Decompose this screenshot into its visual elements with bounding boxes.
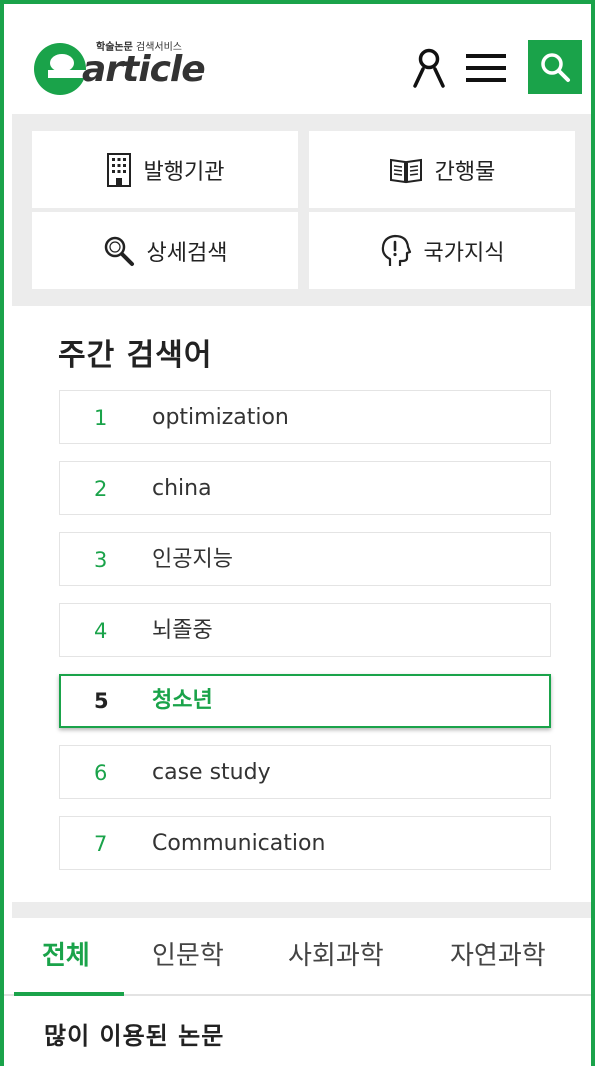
popular-papers-title: 많이 이용된 논문 bbox=[44, 1022, 225, 1050]
tab-humanities[interactable]: 인문학 bbox=[152, 918, 224, 996]
quick-journal-label: 간행물 bbox=[434, 159, 496, 185]
quick-publisher-button[interactable]: 발행기관 bbox=[32, 131, 298, 208]
keyword-term: china bbox=[152, 476, 212, 501]
keyword-rank: 1 bbox=[94, 406, 108, 430]
search-icon bbox=[541, 53, 570, 82]
weekly-keywords-title: 주간 검색어 bbox=[58, 338, 213, 373]
quick-publisher-label: 발행기관 bbox=[143, 159, 225, 185]
keyword-term: 청소년 bbox=[152, 688, 213, 713]
category-tabs: 전체 인문학 사회과학 자연과학 bbox=[4, 918, 591, 996]
keyword-item-4[interactable]: 4 뇌졸중 bbox=[59, 603, 551, 657]
section-divider bbox=[12, 902, 591, 918]
keyword-rank: 5 bbox=[94, 689, 109, 713]
quick-national-knowledge-label: 국가지식 bbox=[423, 240, 505, 266]
active-tab-indicator bbox=[14, 992, 124, 996]
quick-advanced-search-label: 상세검색 bbox=[146, 240, 228, 266]
keyword-item-6[interactable]: 6 case study bbox=[59, 745, 551, 799]
keyword-item-3[interactable]: 3 인공지능 bbox=[59, 532, 551, 586]
keyword-rank: 6 bbox=[94, 761, 108, 785]
tab-natural-science[interactable]: 자연과학 bbox=[450, 918, 546, 996]
keyword-term: optimization bbox=[152, 405, 289, 430]
keyword-term: case study bbox=[152, 760, 271, 785]
keyword-rank: 7 bbox=[94, 832, 108, 856]
keyword-rank: 4 bbox=[94, 619, 108, 643]
logo-wordmark: article bbox=[82, 49, 206, 90]
magnifier-icon bbox=[103, 235, 135, 267]
keyword-rank: 2 bbox=[94, 477, 108, 501]
head-question-icon bbox=[380, 234, 412, 268]
keyword-item-7[interactable]: 7 Communication bbox=[59, 816, 551, 870]
keyword-term: 뇌졸중 bbox=[152, 618, 213, 643]
logo[interactable]: 학술논문 검색서비스 article bbox=[32, 32, 232, 102]
keyword-item-5-active[interactable]: 5 청소년 bbox=[59, 674, 551, 728]
keyword-rank: 3 bbox=[94, 548, 108, 572]
quick-national-knowledge-button[interactable]: 국가지식 bbox=[309, 212, 575, 289]
tab-social-science[interactable]: 사회과학 bbox=[288, 918, 384, 996]
book-icon bbox=[389, 156, 423, 184]
user-icon bbox=[413, 48, 445, 88]
quick-journal-button[interactable]: 간행물 bbox=[309, 131, 575, 208]
keyword-term: Communication bbox=[152, 831, 326, 856]
app-frame: 학술논문 검색서비스 article 발행기관 간행물 상세검색 국가지식 주간… bbox=[0, 0, 595, 1066]
menu-button[interactable] bbox=[466, 52, 506, 84]
menu-icon bbox=[466, 54, 506, 82]
keyword-term: 인공지능 bbox=[152, 547, 233, 572]
keyword-item-1[interactable]: 1 optimization bbox=[59, 390, 551, 444]
user-button[interactable] bbox=[412, 48, 446, 88]
building-icon bbox=[106, 152, 132, 187]
logo-e-mark bbox=[34, 43, 88, 95]
quick-advanced-search-button[interactable]: 상세검색 bbox=[32, 212, 298, 289]
quick-menu: 발행기관 간행물 상세검색 국가지식 bbox=[12, 114, 591, 306]
keyword-item-2[interactable]: 2 china bbox=[59, 461, 551, 515]
search-button[interactable] bbox=[528, 40, 582, 94]
tab-all[interactable]: 전체 bbox=[42, 918, 90, 996]
header: 학술논문 검색서비스 article bbox=[4, 4, 591, 112]
